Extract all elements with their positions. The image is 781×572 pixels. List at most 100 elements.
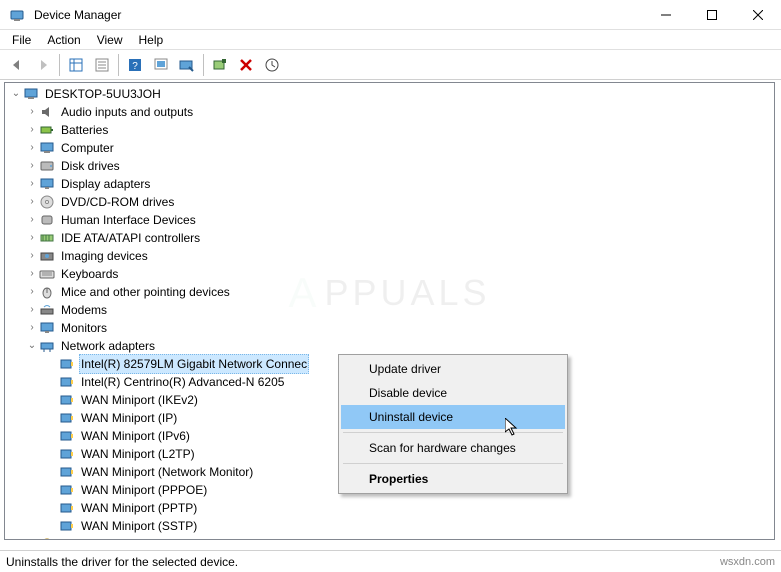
tree-category[interactable]: ›DVD/CD-ROM drives bbox=[5, 193, 774, 211]
ctx-separator bbox=[343, 463, 563, 464]
monitor-icon bbox=[39, 320, 55, 336]
tree-category[interactable]: › Computer bbox=[5, 139, 774, 157]
window-title: Device Manager bbox=[34, 8, 121, 22]
tree-label: WAN Miniport (IPv6) bbox=[79, 427, 192, 445]
update-driver-button[interactable] bbox=[260, 53, 284, 77]
tree-label: Other devices bbox=[59, 535, 137, 539]
uninstall-button[interactable] bbox=[234, 53, 258, 77]
network-adapter-icon bbox=[59, 446, 75, 462]
tree-category[interactable]: › Keyboards bbox=[5, 265, 774, 283]
expand-icon[interactable]: › bbox=[25, 157, 39, 175]
menu-file[interactable]: File bbox=[4, 33, 39, 47]
expand-icon[interactable]: › bbox=[25, 265, 39, 283]
toolbar-separator bbox=[59, 54, 60, 76]
expand-icon[interactable]: › bbox=[25, 229, 39, 247]
tree-category[interactable]: ⌄ Network adapters bbox=[5, 337, 774, 355]
tree-category[interactable]: › Display adapters bbox=[5, 175, 774, 193]
scan-button[interactable] bbox=[175, 53, 199, 77]
tree-device[interactable]: WAN Miniport (SSTP) bbox=[5, 517, 774, 535]
network-adapter-icon bbox=[59, 518, 75, 534]
properties-button[interactable] bbox=[90, 53, 114, 77]
expand-icon[interactable]: ⌄ bbox=[25, 337, 39, 355]
tree-label: Modems bbox=[59, 301, 109, 319]
network-adapter-icon bbox=[59, 428, 75, 444]
menubar: File Action View Help bbox=[0, 30, 781, 50]
expand-icon[interactable]: › bbox=[25, 301, 39, 319]
ctx-disable-device[interactable]: Disable device bbox=[341, 381, 565, 405]
expand-icon[interactable]: › bbox=[25, 121, 39, 139]
tree-label: WAN Miniport (PPTP) bbox=[79, 499, 199, 517]
titlebar: Device Manager bbox=[0, 0, 781, 30]
dvd-icon bbox=[39, 194, 55, 210]
tree-device[interactable]: WAN Miniport (PPTP) bbox=[5, 499, 774, 517]
tree-label: Display adapters bbox=[59, 175, 152, 193]
menu-view[interactable]: View bbox=[89, 33, 131, 47]
network-adapter-icon bbox=[59, 392, 75, 408]
tree-label: Network adapters bbox=[59, 337, 157, 355]
svg-text:?: ? bbox=[132, 61, 138, 72]
tree-category[interactable]: ›Mice and other pointing devices bbox=[5, 283, 774, 301]
expand-icon[interactable]: › bbox=[25, 319, 39, 337]
tree-label: Imaging devices bbox=[59, 247, 150, 265]
network-adapter-icon bbox=[59, 482, 75, 498]
menu-action[interactable]: Action bbox=[39, 33, 88, 47]
ctx-scan-hardware[interactable]: Scan for hardware changes bbox=[341, 436, 565, 460]
computer-icon bbox=[39, 140, 55, 156]
tree-label: Audio inputs and outputs bbox=[59, 103, 195, 121]
help-button[interactable]: ? bbox=[123, 53, 147, 77]
show-hidden-button[interactable] bbox=[64, 53, 88, 77]
ctx-uninstall-device[interactable]: Uninstall device bbox=[341, 405, 565, 429]
toolbar: ? bbox=[0, 50, 781, 80]
tree-label: Intel(R) Centrino(R) Advanced-N 6205 bbox=[79, 373, 286, 391]
tree-category[interactable]: ›Batteries bbox=[5, 121, 774, 139]
expand-icon[interactable]: ⌄ bbox=[25, 535, 39, 539]
toolbar-separator bbox=[203, 54, 204, 76]
tree-category[interactable]: › Audio inputs and outputs bbox=[5, 103, 774, 121]
tree-label: Computer bbox=[59, 139, 116, 157]
refresh-button[interactable] bbox=[149, 53, 173, 77]
tree-root[interactable]: ⌄ DESKTOP-5UU3JOH bbox=[5, 85, 774, 103]
ctx-properties[interactable]: Properties bbox=[341, 467, 565, 491]
minimize-button[interactable] bbox=[643, 0, 689, 30]
tree-label: Human Interface Devices bbox=[59, 211, 198, 229]
tree-label: WAN Miniport (SSTP) bbox=[79, 517, 199, 535]
tree-label: WAN Miniport (L2TP) bbox=[79, 445, 197, 463]
tree-label: WAN Miniport (IP) bbox=[79, 409, 179, 427]
back-button[interactable] bbox=[5, 53, 29, 77]
expand-icon[interactable]: › bbox=[25, 139, 39, 157]
expand-icon[interactable]: ⌄ bbox=[9, 85, 23, 103]
expand-icon[interactable]: › bbox=[25, 103, 39, 121]
tree-category[interactable]: › Human Interface Devices bbox=[5, 211, 774, 229]
ctx-separator bbox=[343, 432, 563, 433]
tree-label: WAN Miniport (PPPOE) bbox=[79, 481, 209, 499]
maximize-button[interactable] bbox=[689, 0, 735, 30]
expand-icon[interactable]: › bbox=[25, 193, 39, 211]
expand-icon[interactable]: › bbox=[25, 247, 39, 265]
tree-category[interactable]: › Modems bbox=[5, 301, 774, 319]
tree-category[interactable]: › Disk drives bbox=[5, 157, 774, 175]
close-button[interactable] bbox=[735, 0, 781, 30]
tree-label: Disk drives bbox=[59, 157, 122, 175]
expand-icon[interactable]: › bbox=[25, 283, 39, 301]
tree-category[interactable]: › Imaging devices bbox=[5, 247, 774, 265]
forward-button[interactable] bbox=[31, 53, 55, 77]
tree-label: Keyboards bbox=[59, 265, 120, 283]
toolbar-separator bbox=[118, 54, 119, 76]
context-menu: Update driver Disable device Uninstall d… bbox=[338, 354, 568, 494]
menu-help[interactable]: Help bbox=[131, 33, 172, 47]
tree-category[interactable]: ⌄ ? Other devices bbox=[5, 535, 774, 539]
tree-category[interactable]: ›IDE ATA/ATAPI controllers bbox=[5, 229, 774, 247]
expand-icon[interactable]: › bbox=[25, 211, 39, 229]
network-adapter-icon bbox=[59, 410, 75, 426]
audio-icon bbox=[39, 104, 55, 120]
display-icon bbox=[39, 176, 55, 192]
tree-label: Intel(R) 82579LM Gigabit Network Connec bbox=[79, 354, 309, 374]
computer-icon bbox=[23, 86, 39, 102]
network-adapter-icon bbox=[59, 464, 75, 480]
imaging-icon bbox=[39, 248, 55, 264]
expand-icon[interactable]: › bbox=[25, 175, 39, 193]
tree-category[interactable]: ›Monitors bbox=[5, 319, 774, 337]
ctx-update-driver[interactable]: Update driver bbox=[341, 357, 565, 381]
add-driver-button[interactable] bbox=[208, 53, 232, 77]
disk-icon bbox=[39, 158, 55, 174]
